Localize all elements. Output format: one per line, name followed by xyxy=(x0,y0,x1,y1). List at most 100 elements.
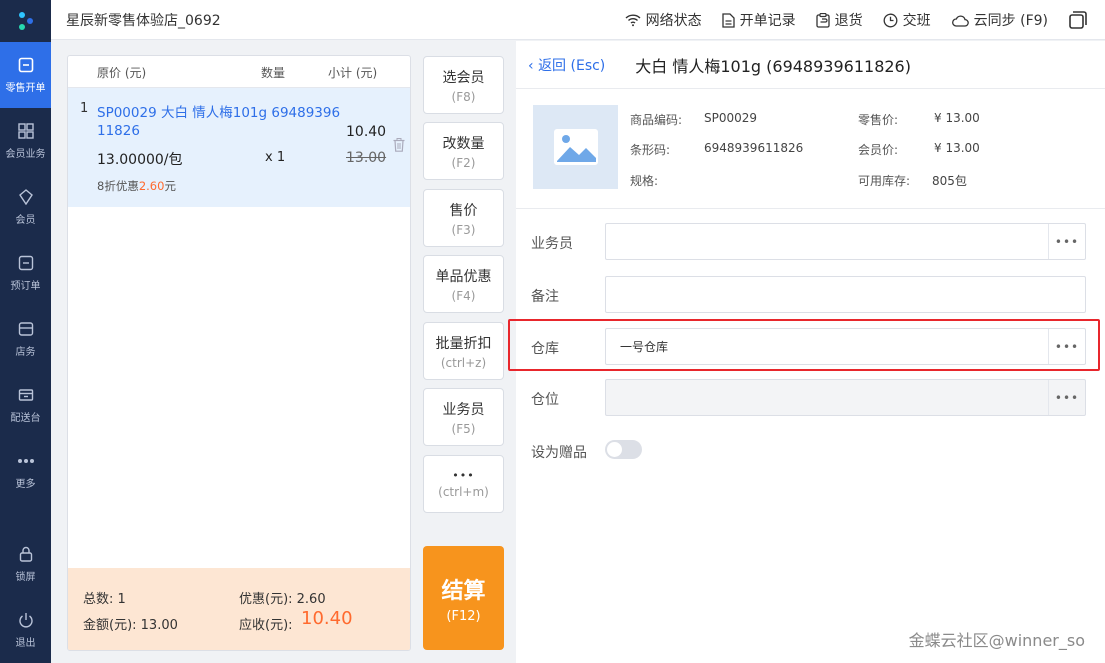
retail-price-value: ¥ 13.00 xyxy=(934,111,980,125)
shift-handover-button[interactable]: 交班 xyxy=(883,10,931,30)
item-discount-button[interactable]: 单品优惠 (F4) xyxy=(423,255,504,313)
sidebar-item-lock[interactable]: 锁屏 xyxy=(0,531,51,597)
sidebar-bottom: 锁屏 退出 xyxy=(0,531,51,663)
remark-field[interactable] xyxy=(605,276,1086,313)
sidebar-item-retail[interactable]: 零售开单 xyxy=(0,42,51,108)
network-status-label: 网络状态 xyxy=(645,13,702,29)
location-field[interactable]: ••• xyxy=(605,379,1086,416)
sidebar-item-label: 锁屏 xyxy=(15,572,36,583)
amount-total: 金额(元): 13.00 xyxy=(83,618,178,633)
select-member-button[interactable]: 选会员 (F8) xyxy=(423,56,504,114)
receivable-label: 应收(元): xyxy=(239,618,293,633)
gift-toggle[interactable] xyxy=(605,440,642,459)
sidebar-item-label: 零售开单 xyxy=(5,83,46,94)
button-shortcut: (F8) xyxy=(451,89,476,104)
bulk-discount-button[interactable]: 批量折扣 (ctrl+z) xyxy=(423,322,504,380)
item-name-line2[interactable]: 11826 xyxy=(97,123,140,139)
cloud-sync-button[interactable]: 云同步 (F9) xyxy=(951,10,1048,30)
discount-prefix: 8折优惠 xyxy=(97,179,139,193)
sidebar-item-logout[interactable]: 退出 xyxy=(0,597,51,663)
checkout-label: 结算 xyxy=(441,578,486,604)
button-label: 售价 xyxy=(449,202,478,219)
sidebar-item-store[interactable]: 店务 xyxy=(0,306,51,372)
receivable-value: 10.40 xyxy=(301,608,353,629)
available-stock-value: 805包 xyxy=(932,174,967,188)
button-label: 单品优惠 xyxy=(435,268,492,285)
more-options-icon[interactable]: ••• xyxy=(1048,224,1085,259)
sidebar-item-member-business[interactable]: 会员业务 xyxy=(0,108,51,174)
receipt-icon xyxy=(17,56,35,74)
cart-item-row[interactable]: 1 SP00029 大白 情人梅101g 69489396 11826 10.4… xyxy=(68,88,410,207)
sale-price-button[interactable]: 售价 (F3) xyxy=(423,189,504,247)
sidebar-item-member[interactable]: 会员 xyxy=(0,174,51,240)
return-icon xyxy=(816,12,830,28)
product-image-placeholder xyxy=(533,105,618,189)
button-label: 业务员 xyxy=(442,401,485,418)
sidebar-item-delivery[interactable]: 配送台 xyxy=(0,372,51,438)
network-status-button[interactable]: 网络状态 xyxy=(625,10,702,30)
item-name-line1[interactable]: SP00029 大白 情人梅101g 69489396 xyxy=(97,101,340,121)
more-icon xyxy=(17,452,35,470)
sidebar-item-label: 店务 xyxy=(15,347,36,358)
copy-window-icon xyxy=(1069,11,1087,29)
member-price-value: ¥ 13.00 xyxy=(934,141,980,155)
button-shortcut: (F3) xyxy=(451,222,476,237)
column-header-subtotal: 小计 (元) xyxy=(328,66,378,80)
item-original-price: 13.00 xyxy=(346,150,387,166)
image-icon xyxy=(553,129,598,165)
member-price-label: 会员价: xyxy=(858,143,899,157)
sidebar-item-label: 更多 xyxy=(15,479,36,490)
sidebar-item-preorder[interactable]: 预订单 xyxy=(0,240,51,306)
top-bar: 星辰新零售体验店_0692 网络状态 开单记录 退货 交班 云同步 (F9) xyxy=(51,0,1105,40)
order-icon xyxy=(17,254,35,272)
column-header-qty: 数量 xyxy=(261,66,286,80)
total-count: 总数: 1 xyxy=(83,592,126,607)
column-header-price: 原价 (元) xyxy=(97,66,147,80)
button-shortcut: (ctrl+m) xyxy=(438,485,489,499)
item-discount-info: 8折优惠2.60元 xyxy=(97,178,176,194)
more-functions-button[interactable]: ••• (ctrl+m) xyxy=(423,455,504,513)
highlight-box xyxy=(508,319,1100,371)
toggle-knob xyxy=(607,442,622,457)
more-dots-icon: ••• xyxy=(452,469,475,482)
clock-icon xyxy=(883,13,898,27)
sidebar-item-label: 会员 xyxy=(15,215,36,226)
cart-header: 原价 (元) 数量 小计 (元) xyxy=(68,56,410,88)
cloud-sync-label: 云同步 (F9) xyxy=(973,13,1048,29)
product-code-label: 商品编码: xyxy=(630,113,683,127)
salesman-button[interactable]: 业务员 (F5) xyxy=(423,388,504,446)
sidebar-item-more[interactable]: 更多 xyxy=(0,438,51,504)
button-shortcut: (ctrl+z) xyxy=(440,355,487,370)
return-goods-button[interactable]: 退货 xyxy=(816,10,863,30)
cart-panel: 原价 (元) 数量 小计 (元) 1 SP00029 大白 情人梅101g 69… xyxy=(67,55,411,651)
salesman-field[interactable]: ••• xyxy=(605,223,1086,260)
product-title: 大白 情人梅101g (6948939611826) xyxy=(635,56,911,76)
store-icon xyxy=(17,320,35,338)
detail-header: ‹ 返回 (Esc) 大白 情人梅101g (6948939611826) xyxy=(516,41,1105,89)
wifi-icon xyxy=(625,14,641,27)
button-label: 批量折扣 xyxy=(435,335,492,352)
store-name: 星辰新零售体验店_0692 xyxy=(66,12,221,29)
item-qty: x 1 xyxy=(265,150,286,165)
barcode-label: 条形码: xyxy=(630,143,671,157)
button-shortcut: (F5) xyxy=(451,421,476,436)
gift-label: 设为赠品 xyxy=(531,445,587,461)
delete-icon[interactable] xyxy=(393,138,405,156)
window-toggle-button[interactable] xyxy=(1068,10,1093,30)
spec-label: 规格: xyxy=(630,174,659,188)
checkout-shortcut: (F12) xyxy=(446,608,481,624)
lock-icon xyxy=(17,545,35,563)
order-records-button[interactable]: 开单记录 xyxy=(722,10,796,30)
shift-handover-label: 交班 xyxy=(902,13,931,29)
available-stock-label: 可用库存: xyxy=(858,174,911,188)
back-button[interactable]: ‹ 返回 (Esc) xyxy=(528,55,605,75)
more-options-icon[interactable]: ••• xyxy=(1048,380,1085,415)
power-icon xyxy=(17,611,35,629)
checkout-button[interactable]: 结算 (F12) xyxy=(423,546,504,650)
change-quantity-button[interactable]: 改数量 (F2) xyxy=(423,122,504,180)
order-records-label: 开单记录 xyxy=(739,13,796,29)
item-subtotal: 10.40 xyxy=(346,124,387,140)
retail-price-label: 零售价: xyxy=(858,113,899,127)
location-label: 仓位 xyxy=(531,392,559,408)
return-goods-label: 退货 xyxy=(834,13,863,29)
